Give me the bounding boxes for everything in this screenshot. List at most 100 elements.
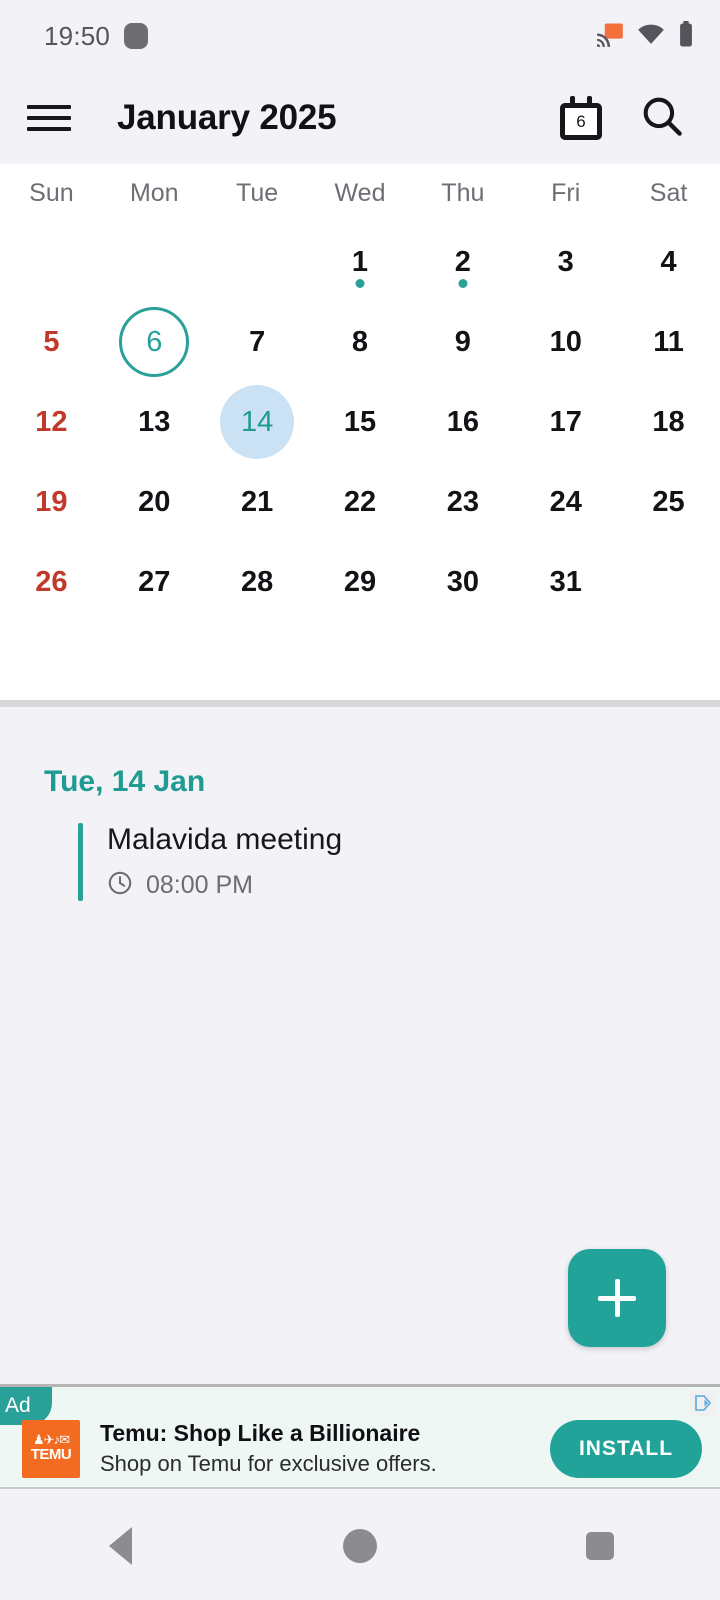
calendar-day-17[interactable]: 17 (514, 382, 617, 462)
calendar-day-empty (206, 222, 309, 302)
weekday-header-row: Sun Mon Tue Wed Thu Fri Sat (0, 164, 720, 222)
calendar-day-9[interactable]: 9 (411, 302, 514, 382)
day-number: 1 (351, 245, 369, 278)
calendar-day-11[interactable]: 11 (617, 302, 720, 382)
status-bar-clock: 19:50 (44, 20, 111, 51)
weekday-header-mon: Mon (129, 178, 179, 207)
home-circle-icon (343, 1528, 377, 1563)
calendar-day-19[interactable]: 19 (0, 462, 103, 542)
day-number: 9 (454, 325, 471, 358)
calendar-day-6[interactable]: 6 (103, 302, 206, 382)
calendar-day-13[interactable]: 13 (103, 382, 206, 462)
hamburger-menu-icon[interactable] (27, 98, 71, 138)
calendar-week-row: 1 2 3 4 (0, 222, 720, 302)
weekday-header-wed: Wed (334, 178, 386, 207)
event-indicator-dot (458, 279, 468, 288)
status-bar: 19:50 (0, 0, 720, 72)
calendar-day-15[interactable]: 15 (309, 382, 412, 462)
calendar-day-14[interactable]: 14 (206, 382, 309, 462)
calendar-day-26[interactable]: 26 (0, 542, 103, 622)
calendar-day-27[interactable]: 27 (103, 542, 206, 622)
wifi-icon (637, 22, 665, 51)
day-number: 6 (146, 325, 163, 358)
day-number: 23 (446, 485, 479, 518)
calendar-week-row: 12 13 14 15 16 17 18 (0, 382, 720, 462)
day-number: 24 (549, 485, 582, 518)
calendar-day-20[interactable]: 20 (103, 462, 206, 542)
calendar-day-31[interactable]: 31 (514, 542, 617, 622)
today-day-number: 6 (576, 112, 586, 131)
calendar-day-1[interactable]: 1 (309, 222, 412, 302)
day-number: 8 (351, 325, 369, 358)
calendar-day-5[interactable]: 5 (0, 302, 103, 382)
calendar-day-12[interactable]: 12 (0, 382, 103, 462)
event-item[interactable]: Malavida meeting 08:00 PM (78, 823, 720, 901)
calendar-day-23[interactable]: 23 (411, 462, 514, 542)
weekday-header-sat: Sat (649, 178, 688, 207)
day-number: 4 (660, 245, 677, 278)
day-number: 14 (241, 405, 274, 438)
calendar-day-4[interactable]: 4 (617, 222, 720, 302)
ad-banner[interactable]: Ad ♟✈♪✉ TEMU Temu: Shop Like a Billionai… (0, 1384, 720, 1489)
event-color-bar (78, 823, 83, 901)
month-calendar[interactable]: Sun Mon Tue Wed Thu Fri Sat 1 2 3 4 5 6 7 8 9 10 11 12 13 1… (0, 164, 720, 700)
ad-install-button[interactable]: INSTALL (550, 1419, 702, 1478)
search-icon[interactable] (640, 94, 684, 143)
weekday-header-tue: Tue (236, 178, 279, 207)
calendar-day-3[interactable]: 3 (514, 222, 617, 302)
calendar-day-29[interactable]: 29 (309, 542, 412, 622)
notification-badge-icon (124, 23, 149, 49)
phone-screen: 19:50 January 2025 6 Sun Mon Tue Wed Thu… (0, 0, 720, 1600)
home-button[interactable] (305, 1491, 415, 1600)
day-number: 10 (549, 325, 582, 358)
day-number: 16 (446, 405, 479, 438)
status-bar-left: 19:50 (44, 20, 149, 52)
day-number: 26 (35, 565, 68, 598)
calendar-day-22[interactable]: 22 (309, 462, 412, 542)
event-list: Malavida meeting 08:00 PM (0, 823, 720, 901)
plus-icon-vertical (614, 1279, 620, 1317)
calendar-day-25[interactable]: 25 (617, 462, 720, 542)
calendar-day-18[interactable]: 18 (617, 382, 720, 462)
recents-button[interactable] (545, 1491, 655, 1600)
day-number: 29 (343, 565, 377, 598)
calendar-day-10[interactable]: 10 (514, 302, 617, 382)
calendar-day-28[interactable]: 28 (206, 542, 309, 622)
android-nav-bar (0, 1491, 720, 1600)
add-event-button[interactable] (568, 1249, 666, 1347)
calendar-week-row: 26 27 28 29 30 31 (0, 542, 720, 622)
event-date-header: Tue, 14 Jan (44, 765, 206, 798)
day-number: 28 (241, 565, 274, 598)
day-number: 20 (138, 485, 171, 518)
event-body: Malavida meeting 08:00 PM (107, 823, 342, 901)
day-number: 22 (343, 485, 377, 518)
back-button[interactable] (65, 1491, 175, 1600)
clock-icon (107, 870, 133, 901)
back-triangle-icon (108, 1526, 132, 1565)
ad-subtitle: Shop on Temu for exclusive offers. (100, 1450, 437, 1476)
day-number: 18 (652, 405, 685, 438)
adchoices-icon[interactable] (690, 1390, 716, 1416)
day-number: 21 (241, 485, 274, 518)
event-title: Malavida meeting (107, 823, 343, 856)
section-divider (0, 700, 720, 707)
ad-content: ♟✈♪✉ TEMU Temu: Shop Like a Billionaire … (22, 1419, 702, 1478)
toolbar-actions: 6 (560, 94, 684, 143)
calendar-day-21[interactable]: 21 (206, 462, 309, 542)
day-number: 30 (446, 565, 479, 598)
calendar-day-8[interactable]: 8 (309, 302, 412, 382)
calendar-day-16[interactable]: 16 (411, 382, 514, 462)
go-to-today-icon[interactable]: 6 (560, 96, 602, 140)
day-number: 31 (549, 565, 582, 598)
calendar-day-2[interactable]: 2 (411, 222, 514, 302)
battery-icon (678, 20, 694, 52)
calendar-day-24[interactable]: 24 (514, 462, 617, 542)
calendar-week-row: 19 20 21 22 23 24 25 (0, 462, 720, 542)
calendar-day-30[interactable]: 30 (411, 542, 514, 622)
calendar-day-7[interactable]: 7 (206, 302, 309, 382)
day-number: 11 (653, 325, 684, 358)
event-time-row: 08:00 PM (107, 870, 342, 901)
cast-icon (596, 21, 624, 52)
temu-logo-word: TEMU (30, 1446, 72, 1464)
day-number: 7 (249, 325, 266, 358)
